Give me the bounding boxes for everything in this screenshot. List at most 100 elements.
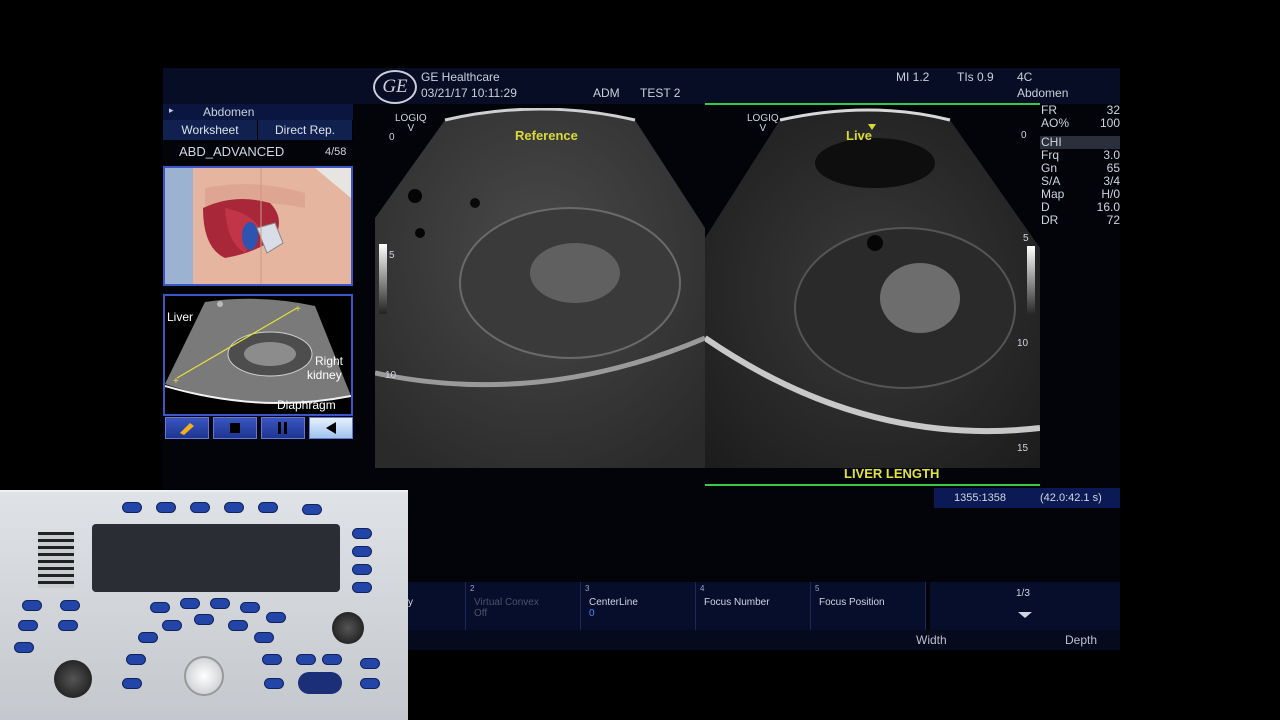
depth-mark-10: 10 — [385, 370, 397, 381]
svg-text:+: + — [173, 376, 179, 387]
softkey-virtual-convex[interactable]: 2 Virtual Convex Off — [466, 582, 581, 630]
param-key: AO% — [1041, 116, 1070, 130]
torso-liver-image — [165, 168, 351, 284]
header-bar: GE GE Healthcare 03/21/17 10:11:29 ADM T… — [163, 68, 1120, 104]
softkey-1[interactable]: y — [408, 582, 466, 630]
console-key — [156, 502, 176, 513]
tab-worksheet[interactable]: Worksheet — [163, 120, 258, 140]
live-frame-top — [705, 103, 1040, 105]
stop-button[interactable] — [213, 417, 257, 439]
label-liver: Liver — [167, 310, 194, 324]
console-key — [14, 642, 34, 653]
console-key — [264, 678, 284, 689]
label-diaphragm: Diaphragm — [277, 398, 336, 412]
live-logiq-mark: LOGIQ V — [747, 114, 779, 134]
live-image-panel: LOGIQ V Live 0 5 10 15 — [703, 108, 1041, 468]
param-ao: AO% 100 — [1040, 117, 1120, 130]
depth-mark-5: 5 — [1023, 233, 1029, 244]
tab-direct-report[interactable]: Direct Rep. — [258, 120, 353, 140]
freeze-key — [298, 672, 342, 694]
protocol-name: ABD_ADVANCED — [179, 144, 285, 159]
param-dr: DR 72 — [1040, 214, 1120, 227]
rotary-width: Width — [916, 633, 947, 647]
reference-label: Reference — [515, 128, 578, 143]
svg-text:+: + — [295, 304, 301, 315]
softkey-number: 2 — [470, 584, 475, 593]
softkey-focus-number[interactable]: 4 Focus Number — [696, 582, 811, 630]
category-row[interactable]: ▸ Abdomen — [163, 104, 353, 120]
console-key — [162, 620, 182, 631]
pause-button[interactable] — [261, 417, 305, 439]
page-indicator: 1/3 — [1016, 588, 1030, 599]
trackball-icon — [184, 656, 224, 696]
softkey-number: 3 — [585, 584, 590, 593]
console-key — [122, 502, 142, 513]
softkey-label: Focus Position — [819, 597, 885, 608]
live-ultrasound — [703, 108, 1041, 468]
console-key — [360, 678, 380, 689]
panel-tabs: Worksheet Direct Rep. — [163, 120, 353, 140]
label-kidney: kidney — [307, 368, 342, 382]
console-key — [352, 546, 372, 557]
probe-name: 4C — [1017, 70, 1033, 84]
live-caption: LIVER LENGTH — [844, 466, 940, 481]
chevron-down-icon — [1018, 612, 1032, 618]
exam-datetime: 03/21/17 10:11:29 — [421, 86, 517, 100]
console-key — [58, 620, 78, 631]
console-key — [228, 620, 248, 631]
brand-name: GE Healthcare — [421, 70, 500, 84]
live-label: Live — [846, 128, 873, 143]
category-arrow-icon: ▸ — [169, 105, 174, 115]
logiq-sub: V — [759, 123, 767, 134]
console-key — [296, 654, 316, 665]
softkey-label: Virtual Convex — [474, 597, 539, 608]
depth-mark-10: 10 — [1017, 338, 1029, 349]
console-key — [352, 564, 372, 575]
console-key — [138, 632, 158, 643]
softkey-label: Focus Number — [704, 597, 770, 608]
cine-status: 1355:1358 (42.0:42.1 s) — [934, 488, 1120, 508]
param-value: 72 — [1106, 213, 1120, 227]
reference-ultrasound — [374, 107, 706, 468]
mi-value: MI 1.2 — [896, 70, 930, 84]
cine-time: (42.0:42.1 s) — [1040, 492, 1102, 504]
console-key — [224, 502, 244, 513]
rotary-knob-icon — [332, 612, 364, 644]
softkey-label: y — [408, 597, 413, 608]
console-key — [258, 502, 278, 513]
console-key — [302, 504, 322, 515]
depth-mark-0: 0 — [389, 132, 395, 143]
console-key — [210, 598, 230, 609]
softmenu-pager[interactable]: 1/3 — [930, 582, 1120, 630]
imaging-parameters: FR 32 AO% 100 CHI Frq 3.0 Gn 65 S/A 3/4 Map H/… — [1040, 104, 1120, 227]
cine-controls — [165, 417, 353, 439]
softkey-label: CenterLine — [589, 597, 638, 608]
annotate-button[interactable] — [165, 417, 209, 439]
play-back-button[interactable] — [309, 417, 353, 439]
cine-frames: 1355:1358 — [954, 492, 1006, 504]
softkey-centerline[interactable]: 3 CenterLine 0 — [581, 582, 696, 630]
console-key — [126, 654, 146, 665]
tis-value: TIs 0.9 — [957, 70, 994, 84]
softkey-focus-position[interactable]: 5 Focus Position — [811, 582, 926, 630]
depth-mark-0: 0 — [1021, 130, 1027, 141]
reference-image-panel: LOGIQ V Reference 0 5 10 — [374, 107, 706, 468]
softkey-value: 0 — [589, 608, 595, 619]
softkey-number: 5 — [815, 584, 820, 593]
console-key — [18, 620, 38, 631]
softkey-number: 4 — [700, 584, 705, 593]
soft-menu: y 2 Virtual Convex Off 3 CenterLine 0 4 … — [408, 582, 1120, 630]
stop-icon — [230, 423, 240, 433]
console-key — [180, 598, 200, 609]
pause-icon — [278, 422, 287, 434]
console-key — [360, 658, 380, 669]
keyboard-icon — [92, 524, 340, 592]
grayscale-bar — [379, 244, 387, 314]
console-key — [194, 614, 214, 625]
console-key — [352, 582, 372, 593]
label-right: Right — [315, 354, 344, 368]
play-back-icon — [326, 422, 336, 434]
rotary-knob-icon — [54, 660, 92, 698]
console-key — [122, 678, 142, 689]
pencil-icon — [180, 423, 194, 435]
